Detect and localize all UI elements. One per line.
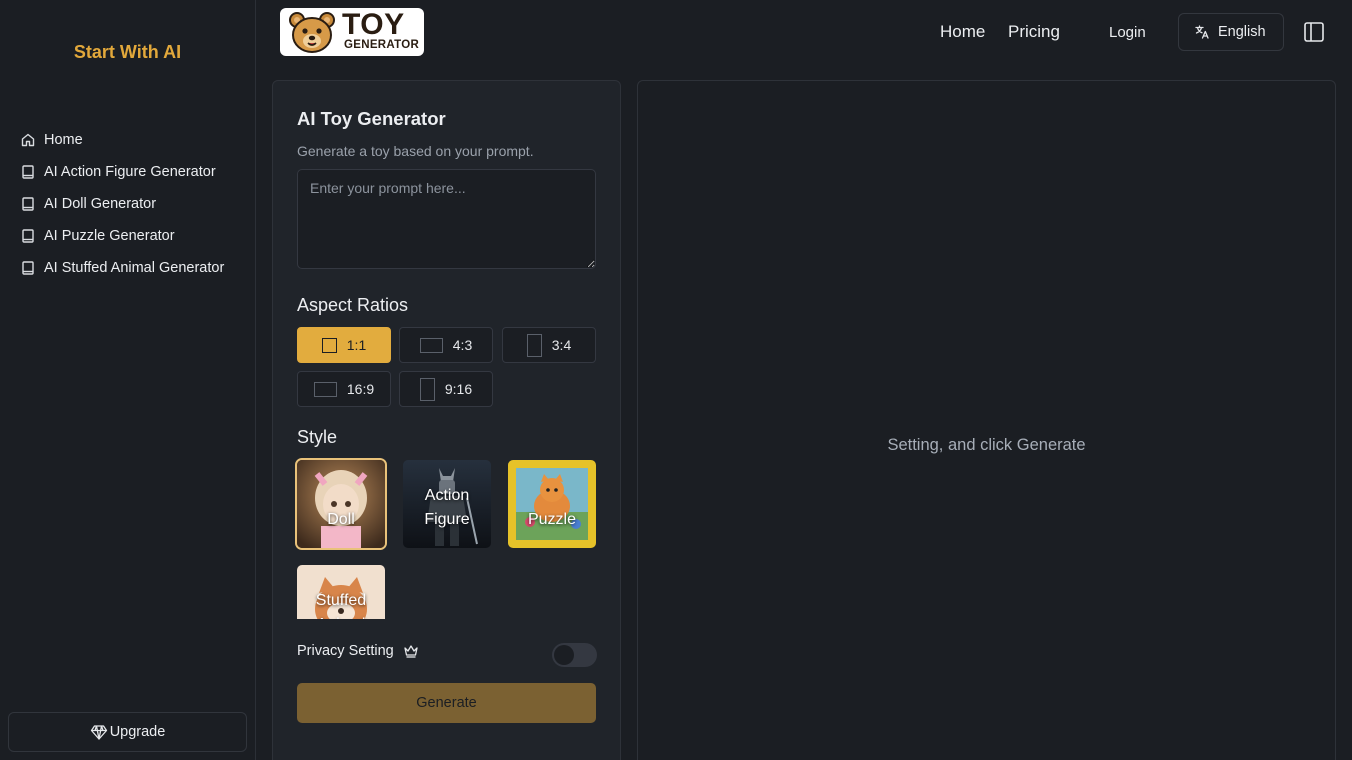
generator-title: AI Toy Generator	[297, 108, 446, 129]
style-label: Doll	[327, 511, 355, 528]
sidebar-item-label: AI Stuffed Animal Generator	[44, 260, 225, 276]
preview-placeholder-text: Setting, and click Generate	[887, 436, 1086, 454]
generator-card: AI Toy Generator Generate a toy based on…	[272, 80, 621, 760]
translate-icon	[1195, 25, 1209, 39]
nav-home-link[interactable]: Home	[940, 22, 985, 42]
book-icon	[20, 260, 36, 276]
ratio-1-1-button[interactable]: 1:1	[297, 327, 391, 363]
book-icon	[20, 164, 36, 180]
logo-text-toy: TOY	[342, 8, 405, 41]
home-icon	[20, 132, 36, 148]
privacy-toggle[interactable]	[552, 643, 597, 667]
style-title: Style	[297, 427, 338, 447]
square-shape-icon	[321, 337, 337, 353]
ratio-label: 16:9	[346, 381, 375, 397]
sidebar-panel-icon	[1304, 22, 1324, 42]
sidebar-nav: Home AI Action Figure Generator AI Doll …	[20, 124, 224, 284]
style-action-figure-tile[interactable]: Action Figure	[403, 460, 491, 548]
sidebar-item-label: AI Puzzle Generator	[44, 228, 175, 244]
style-doll-tile[interactable]: Doll	[295, 458, 387, 550]
puzzle-thumbnail-image	[508, 460, 596, 548]
bear-logo-icon	[289, 12, 335, 53]
sidebar-item-label: AI Action Figure Generator	[44, 164, 216, 180]
nav-pricing-link[interactable]: Pricing	[1008, 22, 1060, 42]
doll-thumbnail-image	[297, 460, 385, 548]
style-label: Puzzle	[527, 511, 577, 528]
upgrade-button[interactable]: Upgrade	[8, 712, 247, 752]
landscape-shape-icon	[419, 337, 443, 353]
tall-shape-icon	[419, 377, 435, 401]
style-label: Action Figure	[424, 487, 470, 528]
book-icon	[20, 228, 36, 244]
language-selector[interactable]: English	[1178, 13, 1284, 51]
privacy-label: Privacy Setting	[297, 643, 394, 659]
upgrade-label: Upgrade	[109, 724, 166, 740]
ratio-label: 4:3	[452, 337, 473, 353]
generator-subtitle: Generate a toy based on your prompt.	[297, 143, 534, 159]
widescreen-shape-icon	[313, 381, 337, 397]
prompt-input[interactable]	[297, 169, 596, 269]
login-button[interactable]: Login	[1109, 24, 1146, 41]
brand-title[interactable]: Start With AI	[0, 42, 255, 63]
aspect-ratios-title: Aspect Ratios	[297, 295, 409, 315]
ratio-label: 3:4	[551, 337, 572, 353]
style-label: Stuffed Animal	[315, 592, 367, 619]
crown-icon	[404, 645, 418, 658]
language-label: English	[1218, 24, 1266, 40]
toy-generator-logo[interactable]: TOY GENERATOR	[280, 8, 424, 56]
style-stuffed-animal-tile[interactable]: Stuffed Animal	[297, 565, 385, 619]
toggle-knob	[554, 645, 574, 665]
sidebar-toggle-button[interactable]	[1302, 20, 1326, 44]
sidebar-item-label: Home	[44, 132, 83, 148]
ratio-4-3-button[interactable]: 4:3	[399, 327, 493, 363]
sidebar-item-label: AI Doll Generator	[44, 196, 157, 212]
portrait-shape-icon	[526, 333, 542, 357]
ratio-label: 1:1	[346, 337, 367, 353]
top-header: TOY GENERATOR Home Pricing Login English	[256, 0, 1352, 64]
ratio-16-9-button[interactable]: 16:9	[297, 371, 391, 407]
sidebar-item-doll[interactable]: AI Doll Generator	[20, 188, 224, 220]
sidebar-item-stuffed-animal[interactable]: AI Stuffed Animal Generator	[20, 252, 224, 284]
sidebar: Start With AI Home AI Action Figure Gene…	[0, 0, 256, 760]
ratio-9-16-button[interactable]: 9:16	[399, 371, 493, 407]
generate-button[interactable]: Generate	[297, 683, 596, 723]
preview-panel: Setting, and click Generate	[637, 80, 1336, 760]
sidebar-item-home[interactable]: Home	[20, 124, 224, 156]
logo-text-generator: GENERATOR	[344, 39, 420, 51]
style-puzzle-tile[interactable]: Puzzle	[508, 460, 596, 548]
privacy-setting: Privacy Setting	[297, 643, 419, 659]
ratio-label: 9:16	[444, 381, 473, 397]
book-icon	[20, 196, 36, 212]
diamond-icon	[90, 725, 107, 740]
sidebar-item-action-figure[interactable]: AI Action Figure Generator	[20, 156, 224, 188]
sidebar-item-puzzle[interactable]: AI Puzzle Generator	[20, 220, 224, 252]
ratio-3-4-button[interactable]: 3:4	[502, 327, 596, 363]
